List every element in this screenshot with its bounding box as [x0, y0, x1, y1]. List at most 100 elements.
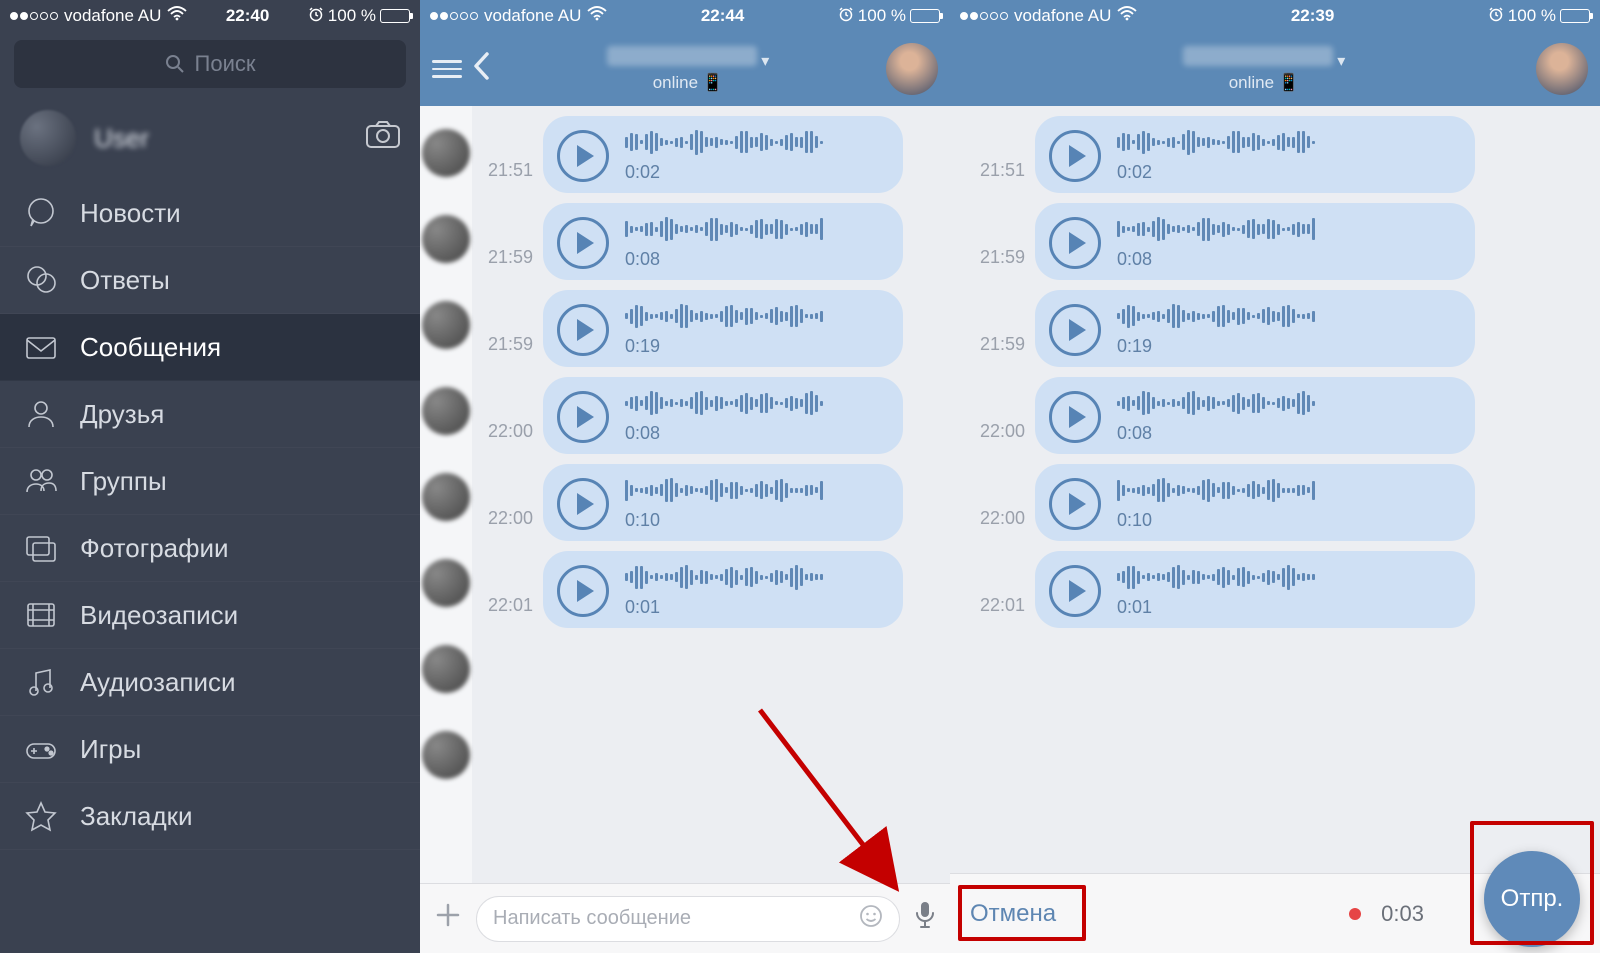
voice-bubble[interactable]: 0:19 — [543, 290, 903, 367]
menu-item-envelope[interactable]: Сообщения — [0, 314, 420, 381]
back-icon[interactable] — [472, 48, 490, 91]
alarm-icon — [308, 6, 324, 27]
attach-icon[interactable] — [434, 900, 462, 937]
waveform[interactable] — [625, 389, 883, 417]
status-bar: vodafone AU 22:40 100 % — [0, 0, 420, 32]
menu-item-bubble[interactable]: Новости — [0, 180, 420, 247]
chat-header: ▾ online 📱 — [950, 32, 1600, 106]
play-icon[interactable] — [557, 565, 609, 617]
menu-item-film[interactable]: Видеозаписи — [0, 582, 420, 649]
play-icon[interactable] — [557, 304, 609, 356]
chat-avatar[interactable] — [886, 43, 938, 95]
wifi-icon — [1117, 6, 1137, 26]
search-input[interactable]: Поиск — [14, 40, 406, 88]
menu-label: Новости — [80, 198, 181, 229]
voice-message: 22:010:01 — [478, 551, 940, 628]
play-icon[interactable] — [1049, 391, 1101, 443]
voice-message: 21:510:02 — [970, 116, 1590, 193]
voice-bubble[interactable]: 0:01 — [1035, 551, 1475, 628]
duration: 0:08 — [1117, 249, 1455, 270]
star-icon — [24, 799, 58, 833]
play-icon[interactable] — [557, 391, 609, 443]
play-icon[interactable] — [557, 478, 609, 530]
menu-label: Фотографии — [80, 533, 229, 564]
waveform[interactable] — [1117, 302, 1455, 330]
send-button[interactable]: Отпр. — [1484, 851, 1580, 947]
play-icon[interactable] — [1049, 565, 1101, 617]
record-dot-icon — [1349, 908, 1361, 920]
waveform[interactable] — [625, 563, 883, 591]
play-icon[interactable] — [1049, 217, 1101, 269]
voice-bubble[interactable]: 0:10 — [1035, 464, 1475, 541]
status-bar: vodafone AU 22:39 100 % — [950, 0, 1600, 32]
alarm-icon — [1488, 6, 1504, 27]
search-icon — [165, 54, 185, 74]
signal-icon — [960, 12, 1008, 20]
menu-label: Сообщения — [80, 332, 221, 363]
emoji-icon[interactable] — [859, 904, 883, 934]
play-icon[interactable] — [557, 130, 609, 182]
envelope-icon — [24, 330, 58, 364]
music-icon — [24, 665, 58, 699]
menu-item-music[interactable]: Аудиозаписи — [0, 649, 420, 716]
chat-avatar[interactable] — [1536, 43, 1588, 95]
battery-icon — [910, 9, 940, 23]
menu: Новости Ответы Сообщения Друзья Группы Фотогр… — [0, 180, 420, 953]
voice-bubble[interactable]: 0:02 — [543, 116, 903, 193]
waveform[interactable] — [625, 128, 883, 156]
bubbles-icon — [24, 263, 58, 297]
menu-item-star[interactable]: Закладки — [0, 783, 420, 850]
voice-bubble[interactable]: 0:08 — [1035, 377, 1475, 454]
voice-message: 21:590:08 — [970, 203, 1590, 280]
chat-title[interactable]: ▾ online 📱 — [500, 46, 876, 93]
waveform[interactable] — [625, 302, 883, 330]
camera-icon[interactable] — [366, 120, 400, 156]
play-icon[interactable] — [1049, 478, 1101, 530]
message-time: 21:51 — [478, 160, 533, 193]
voice-bubble[interactable]: 0:10 — [543, 464, 903, 541]
mobile-icon: 📱 — [1278, 73, 1299, 93]
menu-item-gamepad[interactable]: Игры — [0, 716, 420, 783]
waveform[interactable] — [625, 215, 883, 243]
message-input[interactable]: Написать сообщение — [476, 896, 900, 942]
message-placeholder: Написать сообщение — [493, 907, 691, 930]
duration: 0:10 — [1117, 510, 1455, 531]
voice-bubble[interactable]: 0:08 — [1035, 203, 1475, 280]
waveform[interactable] — [1117, 563, 1455, 591]
menu-item-photos[interactable]: Фотографии — [0, 515, 420, 582]
play-icon[interactable] — [557, 217, 609, 269]
waveform[interactable] — [625, 476, 883, 504]
menu-label: Друзья — [80, 399, 164, 430]
menu-icon[interactable] — [432, 60, 462, 78]
voice-bubble[interactable]: 0:08 — [543, 203, 903, 280]
waveform[interactable] — [1117, 476, 1455, 504]
messages-list[interactable]: 21:510:0221:590:0821:590:1922:000:0822:0… — [950, 106, 1600, 873]
voice-bubble[interactable]: 0:08 — [543, 377, 903, 454]
message-time: 22:00 — [478, 421, 533, 454]
play-icon[interactable] — [1049, 130, 1101, 182]
voice-message: 22:000:10 — [970, 464, 1590, 541]
waveform[interactable] — [1117, 389, 1455, 417]
menu-item-bubbles[interactable]: Ответы — [0, 247, 420, 314]
play-icon[interactable] — [1049, 304, 1101, 356]
menu-item-person[interactable]: Друзья — [0, 381, 420, 448]
menu-item-people[interactable]: Группы — [0, 448, 420, 515]
voice-bubble[interactable]: 0:01 — [543, 551, 903, 628]
waveform[interactable] — [1117, 215, 1455, 243]
voice-message: 21:51 0:02 — [478, 116, 940, 193]
alarm-icon — [838, 6, 854, 27]
cancel-button[interactable]: Отмена — [970, 900, 1056, 928]
carrier-label: vodafone AU — [484, 6, 581, 26]
microphone-icon[interactable] — [914, 900, 936, 937]
messages-list[interactable]: 21:510:0221:590:0821:590:1922:000:0822:0… — [472, 106, 950, 883]
duration: 0:08 — [1117, 423, 1455, 444]
conversations-sliver[interactable] — [420, 106, 472, 883]
voice-message: 22:000:08 — [970, 377, 1590, 454]
voice-bubble[interactable]: 0:19 — [1035, 290, 1475, 367]
chat-title[interactable]: ▾ online 📱 — [962, 46, 1526, 93]
profile-row[interactable]: User — [0, 96, 420, 180]
voice-bubble[interactable]: 0:02 — [1035, 116, 1475, 193]
chat-panel-recording: vodafone AU 22:39 100 % ▾ online 📱 21:51… — [950, 0, 1600, 953]
clock: 22:44 — [701, 6, 744, 26]
waveform[interactable] — [1117, 128, 1455, 156]
